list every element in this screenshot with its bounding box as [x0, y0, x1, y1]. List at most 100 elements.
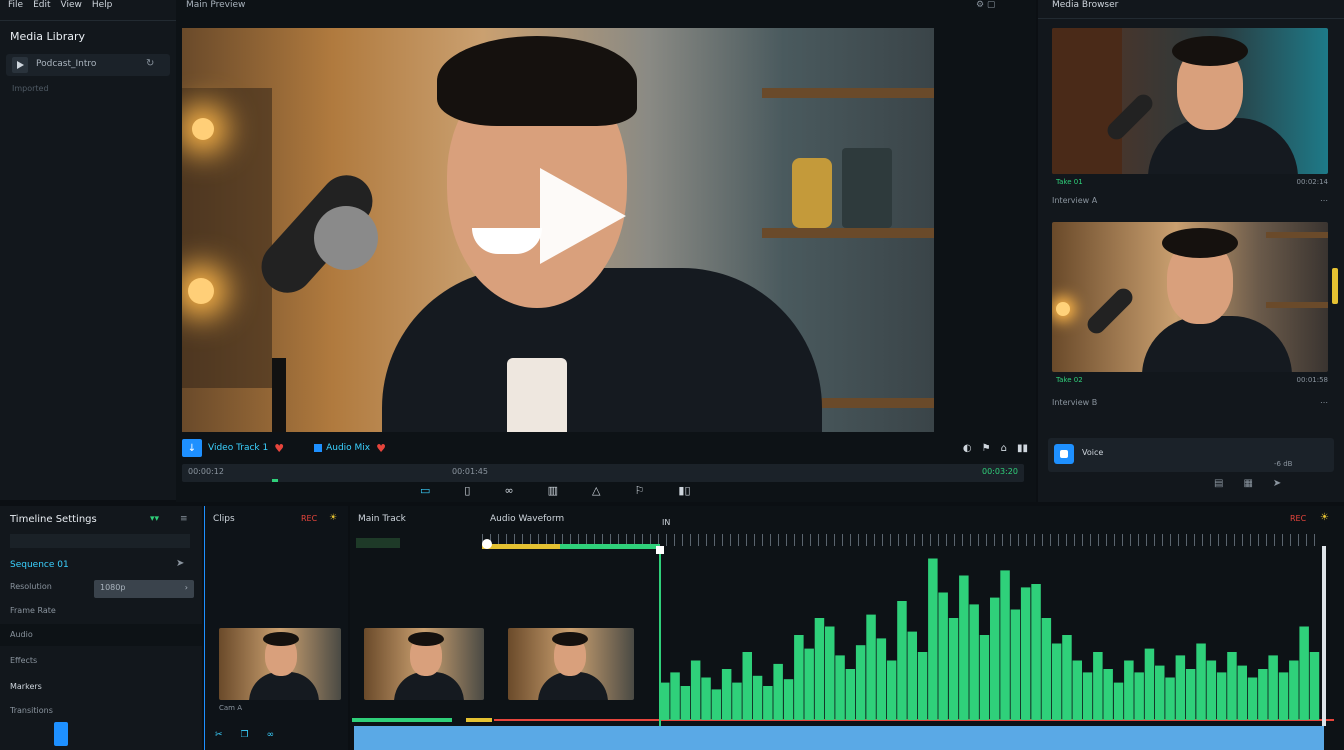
range-green	[560, 544, 660, 549]
menu-view[interactable]: View	[61, 0, 82, 14]
clip-label: Cam A	[219, 704, 243, 712]
waveform-bar	[835, 655, 845, 720]
clip-1-duration: 00:02:14	[1296, 178, 1328, 186]
person-hair	[408, 632, 444, 646]
heart-icon[interactable]: ♥	[376, 442, 386, 455]
shelf-object	[842, 148, 892, 228]
resolution-select[interactable]: 1080p ›	[94, 580, 194, 598]
scrub-bar[interactable]: 00:00:12 00:01:45 00:03:20	[182, 464, 1024, 482]
divider	[0, 20, 176, 21]
snap-icon[interactable]: ⌂	[1001, 443, 1007, 454]
clip-thumb-3[interactable]	[508, 628, 634, 700]
clip-thumb-2[interactable]	[364, 628, 484, 700]
more-icon[interactable]: ⋯	[1320, 398, 1328, 407]
audio-clip-track[interactable]	[354, 726, 1324, 750]
person-hair	[263, 632, 299, 646]
clip-2-name: Take 02	[1056, 376, 1083, 384]
monitor-icon[interactable]: ▭	[420, 484, 430, 500]
scrub-marker	[272, 479, 278, 482]
scroll-thumb[interactable]	[1332, 268, 1338, 304]
book-icon[interactable]: ▥	[548, 484, 558, 500]
waveform-bar	[1289, 660, 1299, 720]
waveform-bar	[660, 682, 670, 720]
library-item[interactable]: Podcast_Intro ↻	[6, 54, 170, 76]
waveform-bar	[773, 663, 783, 720]
heart-icon[interactable]: ♥	[274, 442, 284, 455]
track-label-2: Audio Mix	[326, 443, 371, 453]
track-tag	[356, 538, 400, 548]
shelf	[1266, 232, 1328, 238]
mark-icon[interactable]: ⚑	[982, 443, 991, 454]
volume-icon[interactable]: ◐	[963, 443, 972, 454]
audio-item[interactable]: Voice -6 dB	[1048, 438, 1334, 472]
range-handle[interactable]	[482, 539, 492, 549]
scrollbar[interactable]	[1322, 546, 1326, 726]
clip-thumbnail-2[interactable]	[1052, 222, 1328, 372]
play-icon[interactable]	[12, 57, 28, 73]
flag-icon[interactable]: ⚐	[635, 484, 645, 500]
window-controls[interactable]: ⚙ ▢	[976, 0, 995, 10]
video-frame[interactable]	[182, 28, 934, 432]
cut-icon[interactable]: ✂	[215, 730, 223, 750]
person-shirt	[538, 672, 608, 700]
settings-row	[10, 534, 190, 548]
waveform-bar	[701, 677, 711, 720]
refresh-icon[interactable]: ↻	[146, 58, 154, 69]
waveform-bar	[876, 638, 887, 720]
menu-file[interactable]: File	[8, 0, 23, 14]
waveform-bar	[1072, 660, 1082, 720]
menu-help[interactable]: Help	[92, 0, 113, 14]
play-button[interactable]	[538, 166, 628, 266]
playhead[interactable]	[659, 550, 661, 726]
film-icon[interactable]: ▮▯	[678, 484, 690, 500]
waveform-bar	[948, 618, 959, 720]
waveform-bar	[969, 604, 979, 720]
waveform-bar	[1113, 682, 1124, 720]
status-icon: ▾▾	[150, 514, 160, 524]
grid-icon[interactable]: ▦	[1243, 478, 1252, 489]
phone-icon[interactable]: ▯	[464, 484, 470, 500]
trash-icon[interactable]: ▤	[1214, 478, 1223, 489]
waveform-bar	[1268, 655, 1278, 720]
effects-label: Effects	[10, 656, 38, 665]
menu-icon[interactable]: ≡	[180, 514, 188, 524]
waveform-bar	[979, 635, 990, 720]
waveform-bar	[1020, 587, 1031, 720]
menu-edit[interactable]: Edit	[33, 0, 50, 14]
clip-1-name: Take 01	[1056, 178, 1083, 186]
library-item-sub: Imported	[12, 84, 49, 93]
clip-thumbnail-1[interactable]	[1052, 28, 1328, 174]
link-icon[interactable]: ∞	[267, 730, 275, 750]
media-library-panel: File Edit View Help Media Library Podcas…	[0, 0, 176, 500]
preview-tools: ◐ ⚑ ⌂ ▮▮	[963, 443, 1028, 454]
clip-1-caption-row: Interview A ⋯	[1052, 196, 1328, 205]
sequence-label[interactable]: Sequence 01	[10, 560, 69, 570]
shelf	[762, 88, 934, 98]
clip-bar-yellow	[466, 718, 492, 722]
square-icon	[314, 444, 323, 452]
waveform-bar	[1309, 652, 1320, 720]
clips-panel: Clips REC ☀ Cam A ✂ ❐ ∞	[204, 506, 348, 750]
audio-icon[interactable]	[1054, 444, 1074, 464]
arrow-right-icon[interactable]: ➤	[1273, 478, 1281, 489]
link-icon[interactable]: ∞	[504, 484, 513, 500]
export-icon[interactable]: ▮▮	[1017, 443, 1028, 454]
waveform-bar	[711, 689, 722, 720]
waveform-bar	[1103, 669, 1113, 720]
waveform-bar	[783, 679, 794, 720]
sun-icon: ☀	[329, 513, 338, 523]
triangle-icon[interactable]: △	[592, 484, 600, 500]
copy-icon[interactable]: ❐	[241, 730, 249, 750]
more-icon[interactable]: ⋯	[1320, 196, 1328, 205]
arrow-icon[interactable]: ➤	[176, 558, 184, 569]
audio-label: Audio	[10, 630, 33, 639]
preview-panel: Main Preview ⚙ ▢ ↓ Video Track 1 ♥ Audio…	[176, 0, 1036, 502]
clip-thumb-1[interactable]	[219, 628, 341, 700]
clip-1-meta: Take 01 00:02:14	[1056, 178, 1328, 186]
shelf	[762, 228, 934, 238]
audio-label: Voice	[1082, 448, 1104, 457]
waveform-bar	[1206, 660, 1217, 720]
audio-waveform[interactable]	[660, 550, 1320, 720]
playhead-handle[interactable]	[656, 546, 664, 554]
add-icon[interactable]: ↓	[182, 439, 202, 457]
